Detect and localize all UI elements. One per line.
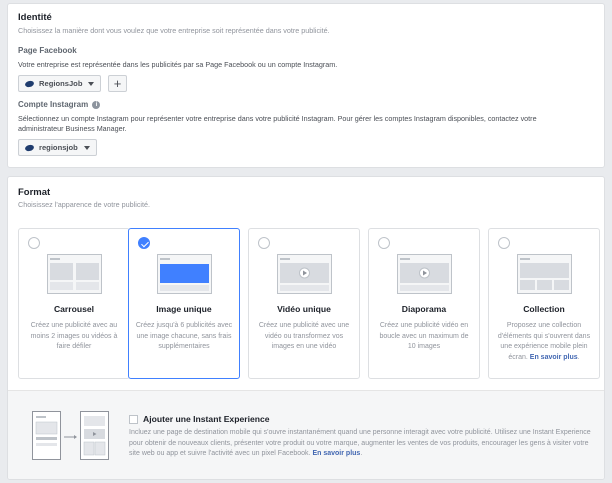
info-icon[interactable]: i (92, 100, 101, 109)
caret-down-icon (83, 145, 90, 150)
format-name: Carrousel (53, 304, 95, 314)
format-option-slideshow[interactable]: Diaporama Créez une publicité vidéo en b… (368, 228, 480, 379)
account-avatar-icon (24, 143, 35, 152)
learn-more-link[interactable]: En savoir plus (312, 450, 360, 457)
instant-experience-checkbox[interactable] (129, 415, 138, 424)
format-title: Format (18, 187, 51, 198)
format-subtitle: Choisissez l'apparence de votre publicit… (18, 200, 151, 209)
format-section: Format Choisissez l'apparence de votre p… (7, 176, 605, 480)
format-option-carousel[interactable]: Carrousel Créez une publicité avec au mo… (18, 228, 130, 379)
slideshow-thumbnail-icon (397, 254, 452, 294)
link-suffix: . (577, 353, 580, 361)
format-radio-checked[interactable] (138, 237, 150, 249)
instant-experience-illustration-icon (32, 411, 109, 460)
instant-experience-title: Ajouter une Instant Experience (143, 414, 270, 424)
format-option-collection[interactable]: Collection Proposez une collection d'élé… (488, 228, 600, 379)
format-description: Proposez une collection d'éléments qui s… (495, 321, 593, 363)
format-description: Créez jusqu'à 6 publicités avec une imag… (135, 322, 233, 350)
collection-thumbnail-icon (517, 254, 572, 294)
format-name: Vidéo unique (277, 304, 331, 314)
format-radio[interactable] (28, 237, 40, 249)
instagram-account-dropdown[interactable]: regionsjob (18, 139, 97, 156)
instagram-account-label: Compte Instagram i (18, 100, 101, 109)
format-radio[interactable] (498, 237, 510, 249)
facebook-page-description: Votre entreprise est représentée dans le… (18, 60, 338, 69)
format-option-single-video[interactable]: Vidéo unique Créez une publicité avec un… (248, 228, 360, 379)
format-name: Collection (523, 304, 565, 314)
video-thumbnail-icon (277, 254, 332, 294)
identity-section: Identité Choisissez la manière dont vous… (7, 3, 605, 168)
format-option-single-image[interactable]: Image unique Créez jusqu'à 6 publicités … (128, 228, 240, 379)
instagram-account-description: Sélectionnez un compte Instagram pour re… (18, 114, 598, 134)
instagram-description-line1: Sélectionnez un compte Instagram pour re… (18, 114, 537, 123)
learn-more-link[interactable]: En savoir plus (530, 354, 578, 361)
format-description: Créez une publicité avec au moins 2 imag… (30, 322, 118, 350)
link-suffix: . (360, 450, 363, 457)
identity-title: Identité (18, 12, 52, 23)
caret-down-icon (88, 81, 95, 86)
facebook-page-dropdown[interactable]: RegionsJob (18, 75, 102, 92)
instagram-account-label-text: Compte Instagram (18, 100, 89, 109)
facebook-page-selected: RegionsJob (39, 79, 83, 88)
format-radio[interactable] (378, 237, 390, 249)
format-radio[interactable] (258, 237, 270, 249)
format-description: Créez une publicité avec une vidéo ou tr… (258, 322, 350, 350)
identity-subtitle: Choisissez la manière dont vous voulez q… (18, 26, 330, 35)
instant-experience-description: Incluez une page de destination mobile q… (129, 428, 599, 460)
format-description: Créez une publicité vidéo en boucle avec… (379, 322, 469, 350)
carousel-thumbnail-icon (47, 254, 102, 294)
facebook-page-label: Page Facebook (18, 46, 77, 55)
instagram-description-line2: administrateur Business Manager. (18, 124, 127, 133)
instagram-account-selected: regionsjob (39, 143, 78, 152)
single-image-thumbnail-icon (157, 254, 212, 294)
format-name: Diaporama (401, 304, 447, 314)
format-name: Image unique (156, 304, 212, 314)
add-page-button[interactable]: + (108, 75, 127, 92)
page-avatar-icon (24, 79, 35, 88)
